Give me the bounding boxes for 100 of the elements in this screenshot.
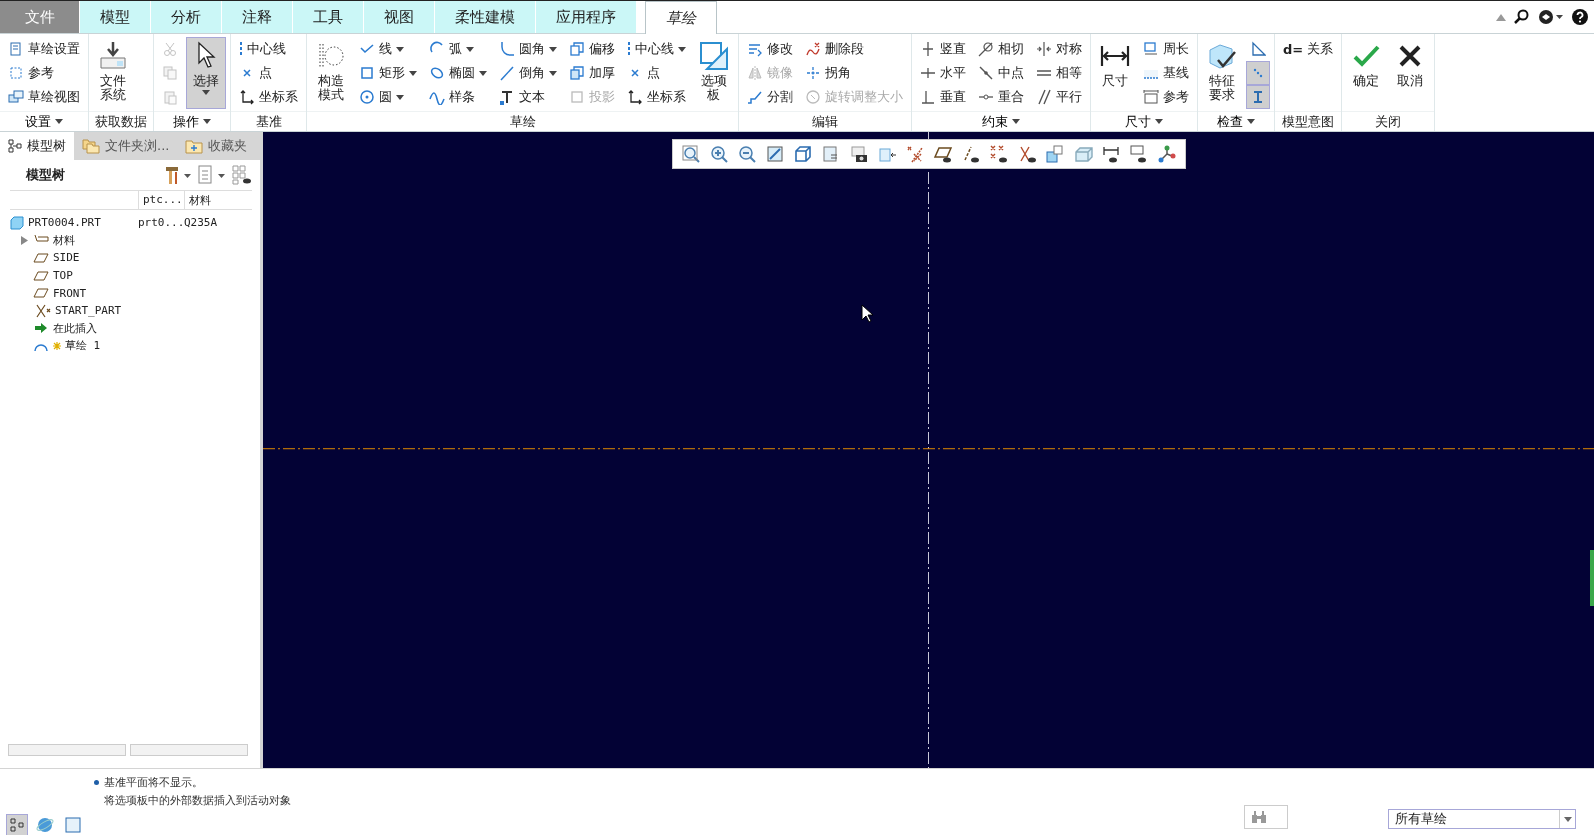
tool-button[interactable]: 删除段 xyxy=(801,37,907,61)
zoom-fit-icon[interactable] xyxy=(680,144,701,164)
cube-icon[interactable] xyxy=(792,144,813,164)
grid-eye-icon[interactable] xyxy=(232,165,252,185)
tool-button[interactable]: 中心线 xyxy=(235,37,302,61)
tool-button[interactable]: 坐标系 xyxy=(235,85,302,109)
relations-button[interactable]: d= 关系 xyxy=(1279,37,1338,61)
status-button[interactable] xyxy=(62,814,84,835)
ribbon-tab[interactable]: 应用程序 xyxy=(536,1,637,33)
search-icon[interactable] xyxy=(1514,9,1530,25)
tool-button[interactable]: 文本 xyxy=(495,85,561,109)
tree-item[interactable]: 草绘 1 xyxy=(65,338,101,354)
tool-button[interactable]: 倒角 xyxy=(495,61,561,85)
tool-button[interactable]: 参考 xyxy=(1139,85,1193,109)
annotation-icon[interactable] xyxy=(1044,144,1065,164)
tool-button[interactable]: 分割 xyxy=(743,85,797,109)
ribbon-tab[interactable]: 分析 xyxy=(151,1,222,33)
hammer-icon[interactable] xyxy=(164,165,192,185)
group-menu-button[interactable]: 尺寸 xyxy=(1091,111,1197,131)
panel-tab[interactable]: 文件夹浏... xyxy=(74,132,178,160)
group-menu-button[interactable]: 设置 xyxy=(0,111,88,131)
tree-item[interactable]: PRT0004.PRT xyxy=(28,216,101,230)
tool-button[interactable]: 参考 xyxy=(4,61,84,85)
tree-item[interactable]: SIDE xyxy=(53,251,80,265)
tool-button[interactable]: 确定 xyxy=(1346,37,1387,109)
tree-item[interactable]: 材料 xyxy=(53,232,75,248)
expand-arrow-icon[interactable] xyxy=(20,235,29,245)
ribbon-tab[interactable]: 注释 xyxy=(222,1,293,33)
ribbon-tab[interactable]: 视图 xyxy=(364,1,435,33)
tool-button[interactable]: 坐标系 xyxy=(623,85,690,109)
ribbon-tab[interactable]: 工具 xyxy=(293,1,364,33)
list-icon[interactable] xyxy=(198,165,226,185)
panel-tab[interactable]: 收藏夹 xyxy=(177,132,256,160)
tool-button[interactable]: 相等 xyxy=(1032,61,1086,85)
tool-button[interactable]: 拐角 xyxy=(801,61,907,85)
tool-button[interactable]: 对称 xyxy=(1032,37,1086,61)
tool-button[interactable]: 选项板 xyxy=(694,37,734,109)
zoom-out-icon[interactable] xyxy=(736,144,757,164)
tool-button[interactable]: 草绘设置 xyxy=(4,37,84,61)
icon-button[interactable] xyxy=(1246,85,1270,109)
tree-item[interactable]: FRONT xyxy=(53,286,87,300)
box-icon[interactable] xyxy=(1072,144,1093,164)
points-eye-icon[interactable] xyxy=(988,144,1009,164)
zoom-in-icon[interactable] xyxy=(708,144,729,164)
tool-button[interactable]: 构造模式 xyxy=(311,37,351,109)
tree-item[interactable]: 在此插入 xyxy=(53,320,97,336)
tool-button[interactable]: 线 xyxy=(355,37,421,61)
tool-button[interactable]: 中点 xyxy=(974,61,1028,85)
tree-item[interactable]: START_PART xyxy=(55,304,122,318)
node-icon[interactable] xyxy=(1156,144,1177,164)
tool-button[interactable]: 垂直 xyxy=(916,85,970,109)
tool-button[interactable]: 基线 xyxy=(1139,61,1193,85)
tool-button[interactable]: 圆 xyxy=(355,85,421,109)
status-button[interactable] xyxy=(6,814,28,835)
group-menu-button[interactable]: 操作 xyxy=(154,111,230,131)
tool-button[interactable]: 平行 xyxy=(1032,85,1086,109)
tree-item[interactable]: TOP xyxy=(53,269,73,283)
group-menu-button[interactable]: 检查 xyxy=(1198,111,1274,131)
tool-button[interactable]: 椭圆 xyxy=(425,61,491,85)
tool-button[interactable]: 点 xyxy=(623,61,690,85)
help-icon[interactable] xyxy=(1572,9,1588,25)
tool-button[interactable]: 尺寸 xyxy=(1095,37,1135,109)
tool-button[interactable]: 圆角 xyxy=(495,37,561,61)
datum-display-icon[interactable] xyxy=(904,144,925,164)
find-button[interactable] xyxy=(1244,805,1288,829)
group-menu-button[interactable]: 约束 xyxy=(912,111,1090,131)
tool-button[interactable]: 中心线 xyxy=(623,37,690,61)
tool-button[interactable]: 偏移 xyxy=(565,37,619,61)
scrollbar[interactable] xyxy=(8,744,126,756)
tool-button[interactable]: 水平 xyxy=(916,61,970,85)
tool-button[interactable]: 修改 xyxy=(743,37,797,61)
window-eye-icon[interactable] xyxy=(1128,144,1149,164)
scrollbar[interactable] xyxy=(130,744,248,756)
user-circle-icon[interactable] xyxy=(1538,9,1564,25)
tool-button[interactable]: 矩形 xyxy=(355,61,421,85)
tool-button[interactable]: 点 xyxy=(235,61,302,85)
tool-button[interactable]: 重合 xyxy=(974,85,1028,109)
tool-button[interactable]: 取消 xyxy=(1390,37,1431,109)
filter-dropdown[interactable]: 所有草绘 xyxy=(1388,809,1576,829)
panel-tab[interactable]: 模型树 xyxy=(0,132,74,160)
tool-button[interactable]: 样条 xyxy=(425,85,491,109)
tool-button[interactable]: 草绘视图 xyxy=(4,85,84,109)
camera-icon[interactable] xyxy=(848,144,869,164)
collapse-caret-icon[interactable] xyxy=(1496,13,1506,21)
tool-button[interactable]: 弧 xyxy=(425,37,491,61)
plane-eye-icon[interactable] xyxy=(932,144,953,164)
ribbon-tab[interactable]: 柔性建模 xyxy=(435,1,536,33)
tool-button[interactable]: 相切 xyxy=(974,37,1028,61)
ribbon-tab[interactable]: 模型 xyxy=(80,1,151,33)
tool-button[interactable]: 竖直 xyxy=(916,37,970,61)
tool-button[interactable]: 选择 xyxy=(186,37,226,109)
ribbon-tab[interactable]: 草绘 xyxy=(645,1,717,34)
column-header[interactable]: 材料 xyxy=(184,191,256,210)
repaint-icon[interactable] xyxy=(764,144,785,164)
dimension-eye-icon[interactable] xyxy=(1100,144,1121,164)
tool-button[interactable]: 特征要求 xyxy=(1202,37,1242,109)
tool-button[interactable]: 加厚 xyxy=(565,61,619,85)
tool-button[interactable]: 周长 xyxy=(1139,37,1193,61)
tool-button[interactable]: 文件系统 xyxy=(93,37,133,109)
column-header[interactable]: ptc... xyxy=(138,191,184,210)
